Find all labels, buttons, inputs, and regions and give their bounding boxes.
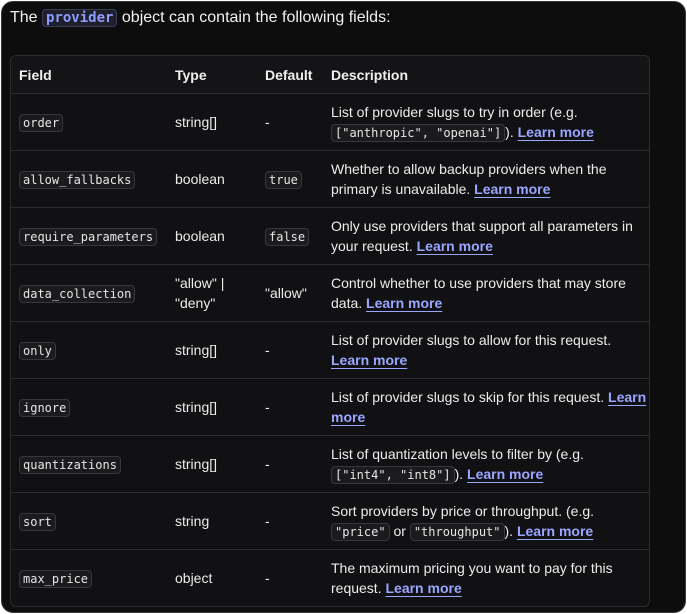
header-type: Type — [167, 56, 257, 94]
default-cell: - — [257, 321, 323, 379]
type-cell: string[] — [167, 378, 257, 436]
default-cell: "allow" — [257, 264, 323, 322]
default-value: - — [265, 114, 270, 130]
description-text: List of provider slugs to skip for this … — [331, 389, 609, 405]
intro-prefix: The — [10, 9, 43, 26]
default-cell: - — [257, 550, 323, 607]
learn-more-link[interactable]: Learn more — [518, 124, 594, 140]
description-cell: Control whether to use providers that ma… — [323, 264, 649, 322]
field-cell: data_collection — [11, 264, 167, 322]
header-field: Field — [11, 56, 167, 94]
description-text: Whether to allow backup providers when t… — [331, 161, 607, 197]
default-value: - — [265, 570, 270, 586]
header-default: Default — [257, 56, 323, 94]
default-cell: - — [257, 435, 323, 493]
default-cell: - — [257, 492, 323, 550]
field-cell: max_price — [11, 550, 167, 607]
field-cell: order — [11, 93, 167, 151]
description-code: "throughput" — [409, 522, 505, 541]
description-tail: ). — [504, 522, 517, 539]
field-name: data_collection — [19, 284, 136, 303]
field-name: only — [19, 341, 56, 360]
default-cell: - — [257, 93, 323, 151]
field-cell: only — [11, 321, 167, 379]
learn-more-link[interactable]: Learn more — [331, 352, 407, 368]
default-value: true — [265, 170, 302, 189]
type-cell: string[] — [167, 321, 257, 379]
table-header-row: Field Type Default Description — [11, 56, 649, 94]
default-value: "allow" — [265, 285, 307, 301]
field-name: require_parameters — [19, 227, 158, 246]
default-value: - — [265, 513, 270, 529]
description-cell: Sort providers by price or throughput. (… — [323, 492, 649, 550]
fields-table: Field Type Default Description order stri… — [10, 55, 650, 607]
type-cell: string[] — [167, 93, 257, 151]
description-text: Sort providers by price or throughput. (… — [331, 502, 595, 519]
description-code: ["anthropic", "openai"] — [331, 123, 506, 142]
default-cell: - — [257, 378, 323, 436]
type-cell: "allow" | "deny" — [167, 264, 257, 322]
table-row: ignore string[] - List of provider slugs to… — [11, 378, 649, 436]
intro-text: The provider object can contain the foll… — [10, 9, 391, 27]
table-row: require_parameters boolean false Only use p… — [11, 207, 649, 265]
table-row: quantizations string[] - List of quantizati… — [11, 435, 649, 493]
field-cell: sort — [11, 492, 167, 550]
table-row: only string[] - List of provider slugs to a… — [11, 321, 649, 379]
description-cell: List of quantization levels to filter by… — [323, 435, 649, 493]
table-row: sort string - Sort providers by price or th… — [11, 492, 649, 550]
table-row: order string[] - List of provider slugs to … — [11, 93, 649, 151]
learn-more-link[interactable]: Learn more — [417, 238, 493, 254]
learn-more-link[interactable]: Learn more — [474, 181, 550, 197]
learn-more-link[interactable]: Learn more — [385, 580, 461, 596]
field-name: sort — [19, 512, 56, 531]
default-value: - — [265, 399, 270, 415]
description-text: The maximum pricing you want to pay for … — [331, 560, 613, 596]
description-code: ["int4", "int8"] — [331, 465, 455, 484]
table-row: max_price object - The maximum pricing you … — [11, 550, 649, 607]
field-name: order — [19, 113, 64, 132]
provider-code: provider — [42, 9, 118, 27]
default-value: - — [265, 342, 270, 358]
learn-more-link[interactable]: Learn more — [467, 466, 543, 482]
header-description: Description — [323, 56, 649, 94]
field-name: ignore — [19, 398, 71, 417]
field-name: max_price — [19, 569, 93, 588]
description-tail: ). — [505, 123, 518, 140]
type-cell: boolean — [167, 150, 257, 208]
description-cell: Only use providers that support all para… — [323, 207, 649, 265]
type-cell: object — [175, 570, 213, 586]
description-code: "price" — [331, 522, 390, 541]
description-cell: List of provider slugs to try in order (… — [323, 93, 649, 151]
description-cell: Whether to allow backup providers when t… — [323, 150, 649, 208]
field-cell: quantizations — [11, 435, 167, 493]
description-separator: or — [389, 522, 410, 539]
default-value: false — [265, 227, 310, 246]
description-text: List of provider slugs to try in order (… — [331, 103, 578, 120]
default-cell: true — [257, 150, 323, 208]
table-row: data_collection "allow" | "deny" "allow" Co… — [11, 264, 649, 322]
field-cell: require_parameters — [11, 207, 167, 265]
field-name: quantizations — [19, 455, 121, 474]
field-cell: allow_fallbacks — [11, 150, 167, 208]
type-cell: string[] — [167, 435, 257, 493]
description-text: List of provider slugs to allow for this… — [331, 332, 612, 348]
description-cell: List of provider slugs to skip for this … — [323, 378, 649, 436]
default-value: - — [265, 456, 270, 472]
field-name: allow_fallbacks — [19, 170, 136, 189]
description-cell: The maximum pricing you want to pay for … — [323, 550, 649, 607]
table-row: allow_fallbacks boolean true Whether to all… — [11, 150, 649, 208]
default-cell: false — [257, 207, 323, 265]
type-cell: boolean — [167, 207, 257, 265]
description-tail: ). — [454, 465, 468, 482]
intro-suffix: object can contain the following fields: — [117, 9, 391, 26]
type-cell: string — [167, 492, 257, 550]
description-cell: List of provider slugs to allow for this… — [323, 321, 649, 379]
learn-more-link[interactable]: Learn more — [366, 295, 442, 311]
field-cell: ignore — [11, 378, 167, 436]
learn-more-link[interactable]: Learn more — [517, 523, 593, 539]
description-text: List of quantization levels to filter by… — [331, 445, 584, 462]
doc-panel: The provider object can contain the foll… — [1, 1, 686, 613]
